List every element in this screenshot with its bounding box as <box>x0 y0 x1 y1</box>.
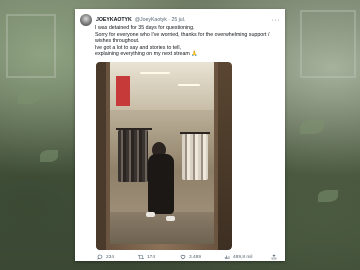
views-button[interactable]: 489,8 mil <box>224 254 252 260</box>
background-leaf <box>318 190 338 202</box>
photo-wall <box>96 62 106 250</box>
photo-clothes <box>182 134 208 180</box>
background-window <box>300 10 356 78</box>
tweet-line: Sorry for everyone who I've worried, tha… <box>95 31 270 38</box>
photo-floor <box>110 212 214 244</box>
photo-person <box>148 154 174 214</box>
reply-icon <box>97 254 103 260</box>
share-button[interactable] <box>271 254 277 260</box>
tweet-text: I was detained for 35 days for questioni… <box>95 25 281 58</box>
avatar[interactable] <box>80 14 92 26</box>
tweet-actions: 234 174 3.489 489,8 mil <box>95 253 281 261</box>
tweet-line: explaining everything on my next stream … <box>95 51 198 58</box>
background-leaf <box>18 90 40 104</box>
like-count: 3.489 <box>189 254 202 260</box>
background-window <box>6 14 56 78</box>
handle-and-date[interactable]: @JoeyKaotyk · 25 jul. <box>135 17 186 23</box>
photo-sign <box>116 76 130 106</box>
photo-shoe <box>166 216 175 221</box>
reply-count: 234 <box>106 254 115 260</box>
reply-button[interactable]: 234 <box>97 254 114 260</box>
display-name[interactable]: JOEYKAOTYK <box>96 17 132 23</box>
tweet-photo[interactable] <box>96 62 232 250</box>
views-icon <box>224 255 230 259</box>
heart-icon <box>180 254 186 260</box>
background-leaf <box>300 120 324 134</box>
photo-light <box>140 72 170 74</box>
photo-light <box>178 84 200 86</box>
views-count: 489,8 mil <box>233 254 253 260</box>
retweet-button[interactable]: 174 <box>138 254 155 260</box>
tweet-card[interactable]: JOEYKAOTYK @JoeyKaotyk · 25 jul. ··· I w… <box>75 9 285 261</box>
photo-clothes <box>118 130 148 182</box>
tweet-line: I was detained for 35 days for questioni… <box>95 25 195 31</box>
author-info: JOEYKAOTYK @JoeyKaotyk · 25 jul. <box>96 17 185 23</box>
retweet-count: 174 <box>147 254 156 260</box>
like-button[interactable]: 3.489 <box>180 254 201 260</box>
photo-shoe <box>146 212 155 217</box>
more-horizontal-icon[interactable]: ··· <box>272 17 281 24</box>
share-icon <box>271 254 277 260</box>
background-leaf <box>40 150 58 162</box>
retweet-icon <box>138 254 144 260</box>
tweet-line: wishes throughout. <box>95 38 140 45</box>
